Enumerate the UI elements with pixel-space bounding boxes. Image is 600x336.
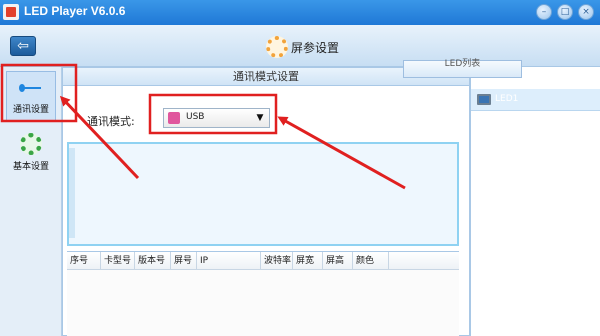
tab-led-list[interactable]: LED列表 bbox=[403, 59, 522, 78]
comm-mode-value: USB bbox=[186, 112, 205, 122]
maximize-button[interactable]: □ bbox=[557, 4, 573, 20]
chevron-down-icon[interactable]: ▼ bbox=[253, 111, 267, 125]
usb-icon bbox=[19, 78, 43, 98]
sidebar-item-basic-settings[interactable]: 基本设置 bbox=[6, 127, 56, 177]
col-header-baud-rate[interactable]: 波特率 bbox=[261, 252, 293, 270]
led-item-label: LED1 bbox=[495, 94, 519, 104]
comm-mode-select[interactable]: USB ▼ bbox=[163, 108, 270, 128]
sidebar: 通讯设置 基本设置 bbox=[0, 67, 62, 336]
page-title: 屏参设置 bbox=[266, 36, 339, 58]
comm-settings-panel: 通讯模式设置 通讯模式: USB ▼ 序号 卡型号 版本号 屏号 IP 波特率 … bbox=[62, 67, 470, 336]
sidebar-item-label: 基本设置 bbox=[12, 162, 49, 172]
device-table: 序号 卡型号 版本号 屏号 IP 波特率 屏宽 屏高 颜色 bbox=[67, 251, 459, 336]
col-header-index[interactable]: 序号 bbox=[67, 252, 101, 270]
app-logo-icon bbox=[3, 4, 19, 20]
col-header-version[interactable]: 版本号 bbox=[135, 252, 171, 270]
col-header-screen-id[interactable]: 屏号 bbox=[171, 252, 197, 270]
window-title: LED Player V6.0.6 bbox=[24, 4, 126, 18]
list-item[interactable]: LED1 bbox=[471, 89, 600, 111]
back-button[interactable]: ⇦ bbox=[10, 36, 36, 56]
page-title-text: 屏参设置 bbox=[291, 40, 340, 55]
table-header: 序号 卡型号 版本号 屏号 IP 波特率 屏宽 屏高 颜色 bbox=[67, 252, 459, 270]
col-header-screen-width[interactable]: 屏宽 bbox=[293, 252, 323, 270]
led-list-panel: LED1 bbox=[470, 67, 600, 336]
comm-info-textarea[interactable] bbox=[67, 142, 459, 246]
col-header-ip[interactable]: IP bbox=[197, 252, 261, 270]
tab-led-list-label: LED列表 bbox=[444, 59, 481, 69]
textarea-scrollbar[interactable] bbox=[69, 148, 75, 238]
col-header-screen-height[interactable]: 屏高 bbox=[323, 252, 353, 270]
col-header-card-model[interactable]: 卡型号 bbox=[101, 252, 135, 270]
col-header-color[interactable]: 颜色 bbox=[353, 252, 389, 270]
monitor-icon bbox=[477, 94, 491, 105]
close-button[interactable]: × bbox=[578, 4, 594, 20]
table-body bbox=[67, 270, 459, 336]
sidebar-item-label: 通讯设置 bbox=[12, 105, 49, 115]
minimize-button[interactable]: – bbox=[536, 4, 552, 20]
gear-icon bbox=[20, 133, 42, 155]
usb-plug-icon bbox=[168, 112, 180, 124]
settings-gear-icon bbox=[266, 36, 288, 58]
comm-mode-label: 通讯模式: bbox=[87, 115, 135, 128]
title-bar: LED Player V6.0.6 – □ × bbox=[0, 0, 600, 25]
sidebar-item-comm-settings[interactable]: 通讯设置 bbox=[6, 71, 56, 121]
